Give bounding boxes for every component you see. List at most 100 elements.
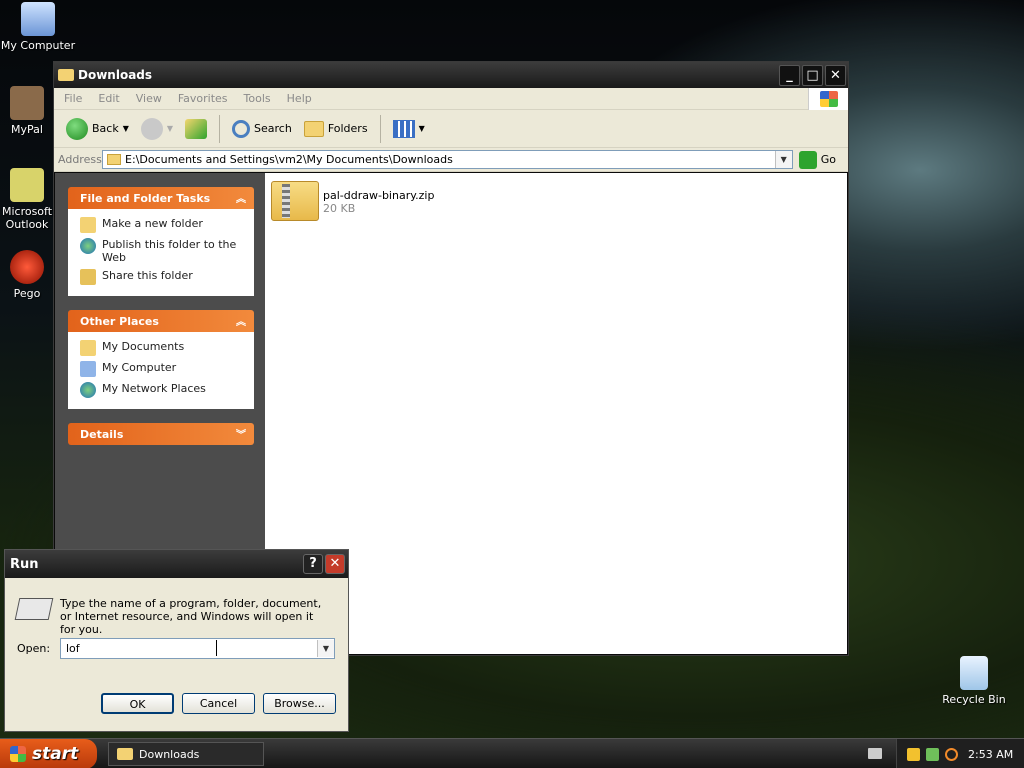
address-input[interactable]: E:\Documents and Settings\vm2\My Documen… xyxy=(102,150,793,169)
place-my-network-places[interactable]: My Network Places xyxy=(80,382,246,398)
collapse-chevron-icon[interactable]: ︽ xyxy=(236,313,246,328)
system-tray: 2:53 AM xyxy=(896,739,1024,768)
security-shield-icon[interactable] xyxy=(907,747,920,761)
back-label: Back xyxy=(92,122,119,135)
start-button[interactable]: start xyxy=(0,739,97,768)
views-button[interactable]: ▼ xyxy=(389,114,429,144)
open-input-value: lof xyxy=(66,642,80,655)
address-label: Address xyxy=(58,153,102,166)
desktop-icon-label: Pego xyxy=(13,287,41,300)
zip-folder-icon xyxy=(271,181,319,221)
run-description: Type the name of a program, folder, docu… xyxy=(60,597,322,636)
views-icon xyxy=(392,119,415,138)
place-my-computer[interactable]: My Computer xyxy=(80,361,246,377)
task-make-new-folder[interactable]: Make a new folder xyxy=(80,217,246,233)
address-dropdown-button[interactable]: ▼ xyxy=(774,151,792,168)
cancel-button[interactable]: Cancel xyxy=(182,693,255,714)
folders-button[interactable]: Folders xyxy=(300,114,372,144)
maximize-button[interactable]: □ xyxy=(802,64,823,86)
desktop-icon-outlook[interactable]: Microsoft Outlook xyxy=(0,168,54,231)
menu-favorites[interactable]: Favorites xyxy=(170,92,236,105)
help-button[interactable]: ? xyxy=(303,554,323,574)
desktop-icon-my-computer[interactable]: My Computer xyxy=(0,2,76,52)
details-panel: Details ︾ xyxy=(68,423,254,445)
open-input[interactable]: lof ▼ xyxy=(60,638,335,659)
new-folder-icon xyxy=(80,217,96,233)
network-icon xyxy=(80,382,96,398)
browse-button[interactable]: Browse... xyxy=(263,693,336,714)
task-label: Downloads xyxy=(139,747,200,761)
desktop-icon-label: MyPal xyxy=(11,123,43,136)
run-titlebar[interactable]: Run ? ✕ xyxy=(5,550,348,578)
clock[interactable]: 2:53 AM xyxy=(968,748,1013,761)
file-folder-tasks-panel: File and Folder Tasks ︽ Make a new folde… xyxy=(68,187,254,296)
task-share-folder[interactable]: Share this folder xyxy=(80,269,246,285)
pego-icon xyxy=(10,250,44,284)
go-arrow-icon xyxy=(798,150,817,169)
search-icon[interactable] xyxy=(945,747,958,761)
place-label: My Computer xyxy=(102,361,177,374)
task-label: Publish this folder to the Web xyxy=(102,238,237,264)
chevron-down-icon: ▼ xyxy=(122,124,129,133)
desktop-icon-recycle-bin[interactable]: Recycle Bin xyxy=(936,656,1012,706)
toolbar: Back ▼ ▼ Search Folders ▼ xyxy=(54,110,848,148)
menu-bar: File Edit View Favorites Tools Help xyxy=(54,88,848,110)
minimize-button[interactable]: _ xyxy=(779,64,800,86)
go-label: Go xyxy=(820,153,836,166)
other-places-header[interactable]: Other Places ︽ xyxy=(68,310,254,332)
ok-button[interactable]: OK xyxy=(101,693,174,714)
desktop-icon-label: Microsoft Outlook xyxy=(1,205,53,231)
keyboard-icon[interactable] xyxy=(868,748,882,759)
panel-title: File and Folder Tasks xyxy=(80,191,211,205)
expand-chevron-icon[interactable]: ︾ xyxy=(236,426,246,441)
recycle-bin-icon xyxy=(960,656,988,690)
search-label: Search xyxy=(254,122,292,135)
desktop-icon-pego[interactable]: Pego xyxy=(0,250,54,300)
taskbar: start Downloads 2:53 AM xyxy=(0,738,1024,768)
folder-icon xyxy=(117,748,133,760)
share-folder-icon xyxy=(80,269,96,285)
toolbar-separator xyxy=(379,114,381,143)
open-dropdown-button[interactable]: ▼ xyxy=(317,640,334,657)
file-size: 20 KB xyxy=(323,202,356,215)
file-list: pal-ddraw-binary.zip 20 KB xyxy=(265,173,847,654)
start-label: start xyxy=(32,744,79,764)
file-folder-tasks-header[interactable]: File and Folder Tasks ︽ xyxy=(68,187,254,209)
details-header[interactable]: Details ︾ xyxy=(68,423,254,445)
other-places-panel: Other Places ︽ My Documents My Computer … xyxy=(68,310,254,409)
menu-help[interactable]: Help xyxy=(279,92,320,105)
folders-label: Folders xyxy=(327,122,368,135)
explorer-titlebar[interactable]: Downloads _ □ ✕ xyxy=(54,62,848,88)
taskbar-item-downloads[interactable]: Downloads xyxy=(108,742,264,766)
other-places-body: My Documents My Computer My Network Plac… xyxy=(68,332,254,409)
task-publish-web[interactable]: Publish this folder to the Web xyxy=(80,238,246,264)
dialog-title: Run xyxy=(10,556,39,572)
folder-icon xyxy=(58,69,74,81)
menu-file[interactable]: File xyxy=(56,92,90,105)
collapse-chevron-icon[interactable]: ︽ xyxy=(236,190,246,205)
menu-edit[interactable]: Edit xyxy=(90,92,127,105)
close-button[interactable]: ✕ xyxy=(825,64,846,86)
globe-icon xyxy=(80,238,96,254)
task-label: Make a new folder xyxy=(102,217,203,230)
network-icon[interactable] xyxy=(926,747,939,761)
address-value: E:\Documents and Settings\vm2\My Documen… xyxy=(125,153,453,166)
up-folder-button[interactable] xyxy=(181,114,211,144)
go-button[interactable]: Go xyxy=(793,150,844,169)
desktop-icon-mypal[interactable]: MyPal xyxy=(0,86,54,136)
menu-tools[interactable]: Tools xyxy=(236,92,279,105)
file-item[interactable]: pal-ddraw-binary.zip 20 KB xyxy=(271,181,434,221)
menu-view[interactable]: View xyxy=(128,92,170,105)
back-arrow-icon xyxy=(66,117,88,140)
back-button[interactable]: Back ▼ xyxy=(62,114,133,144)
folder-icon xyxy=(107,154,121,165)
search-button[interactable]: Search xyxy=(228,114,296,144)
close-button[interactable]: ✕ xyxy=(325,554,345,574)
address-bar: Address E:\Documents and Settings\vm2\My… xyxy=(54,148,848,172)
text-cursor-icon xyxy=(216,640,222,656)
task-label: Share this folder xyxy=(102,269,193,282)
place-my-documents[interactable]: My Documents xyxy=(80,340,246,356)
forward-button[interactable]: ▼ xyxy=(137,114,177,144)
place-label: My Documents xyxy=(102,340,185,353)
window-title: Downloads xyxy=(78,68,153,82)
